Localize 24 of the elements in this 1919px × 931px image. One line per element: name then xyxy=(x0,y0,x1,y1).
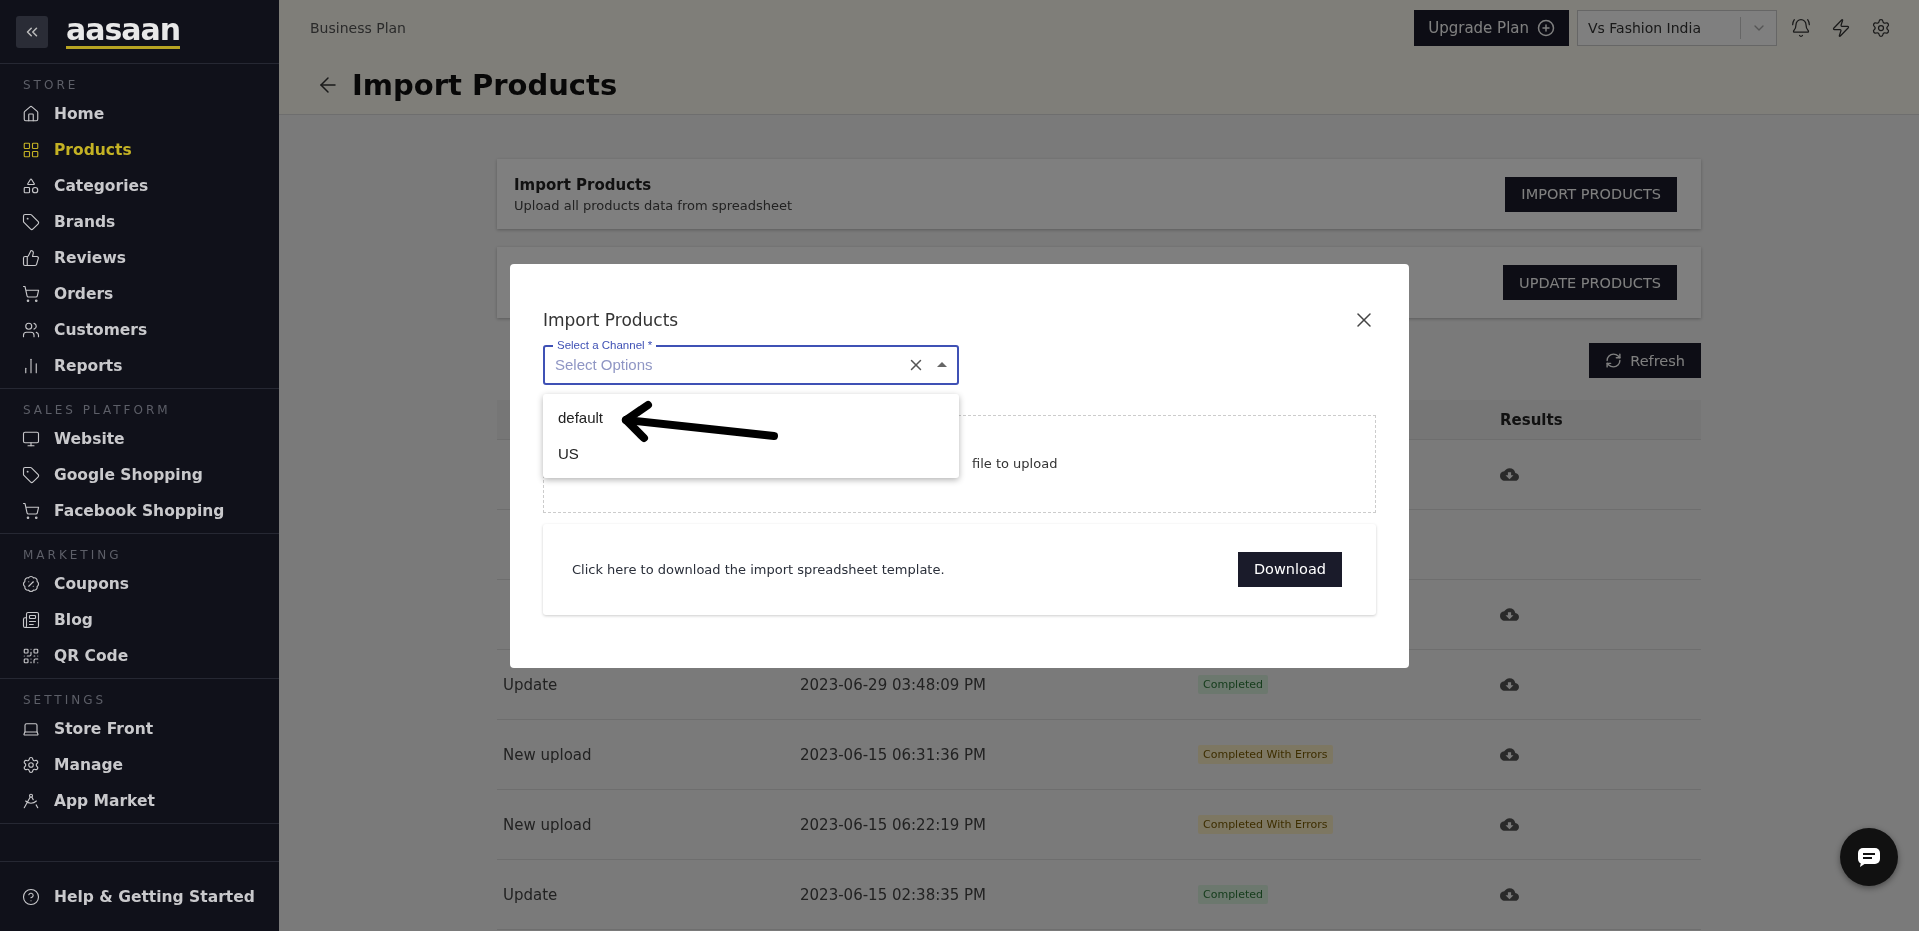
card-subtitle: Upload all products data from spreadsheet xyxy=(514,197,794,213)
section-title: SALES PLATFORM xyxy=(22,403,172,419)
logo: aasaan xyxy=(66,14,181,49)
table-cell-text: Update xyxy=(503,675,559,694)
section-title: SETTINGS xyxy=(22,693,108,709)
table-cell-text: 2023-06-15 02:38:35 PM xyxy=(800,885,988,904)
table-cell-text: New upload xyxy=(503,745,593,764)
table-cell-text: New upload xyxy=(503,815,593,834)
table-cell-text: Update xyxy=(503,885,559,904)
status-badge: Completed xyxy=(1198,885,1268,904)
table-cell-text: 2023-06-15 06:31:36 PM xyxy=(800,745,988,764)
template-text: Click here to download the import spreadsheet template. xyxy=(572,561,945,577)
section-title: STORE xyxy=(22,78,80,94)
table-cell-text: 2023-06-29 03:48:09 PM xyxy=(800,675,988,694)
status-badge: Completed xyxy=(1198,675,1268,694)
status-badge: Completed With Errors xyxy=(1198,815,1333,834)
section-title: MARKETING xyxy=(22,548,123,564)
card-title: Import Products xyxy=(514,175,653,194)
dialog-title: Import Products xyxy=(543,309,679,330)
plan-label: Business Plan xyxy=(310,19,406,36)
column-header: Results xyxy=(1500,410,1564,429)
status-badge: Completed With Errors xyxy=(1198,745,1333,764)
page-title: Import Products xyxy=(352,68,618,102)
table-cell-text: 2023-06-15 06:22:19 PM xyxy=(800,815,988,834)
